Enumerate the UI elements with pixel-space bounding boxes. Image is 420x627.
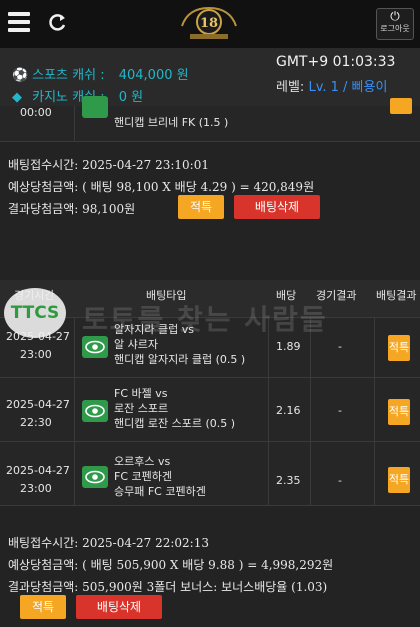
hit-button[interactable]: 적특	[178, 195, 224, 219]
table-row: 00:00 핸디캡 브리네 FK (1.5 )	[0, 96, 420, 142]
expected-payout: 예상당첨금액: ( 배팅 98,100 X 배당 4.29 ) = 420,84…	[8, 180, 315, 194]
logout-label: 로그아웃	[380, 24, 410, 33]
match-date: 2025-04-27	[6, 398, 70, 411]
casino-cash-value: 0 원	[118, 90, 144, 105]
market-line: 승무패 FC 코펜하겐	[114, 485, 206, 498]
user-level: 레벨: Lv. 1 / 삐용이	[276, 76, 387, 95]
bet-result-badge: 적특	[388, 399, 410, 425]
match-time: 23:00	[20, 348, 52, 361]
eye-icon[interactable]	[82, 336, 108, 358]
bet-details: FC 바젤 vs 로잔 스포르 핸디캡 로잔 스포르 (0.5 )	[114, 386, 235, 431]
bet-details: 오르후스 vs FC 코펜하겐 승무패 FC 코펜하겐	[114, 454, 206, 499]
result-payout: 결과당첨금액: 505,900원 3폴더 보너스: 보너스배당율 (1.03)	[8, 580, 328, 594]
odds-value: 1.89	[276, 340, 301, 353]
match-date: 2025-04-27	[6, 464, 70, 477]
eye-icon[interactable]	[82, 96, 108, 118]
expected-payout: 예상당첨금액: ( 배팅 505,900 X 배당 9.88 ) = 4,998…	[8, 558, 334, 572]
team-line-1: FC 바젤 vs	[114, 387, 168, 400]
casino-cash-row: ◆ 카지노 캐쉬 : 0 원	[12, 86, 143, 105]
table-row: 2025-04-27 23:00 오르후스 vs FC 코펜하겐 승무패 FC …	[0, 442, 420, 506]
odds-value: 2.16	[276, 404, 301, 417]
game-result: -	[338, 340, 342, 353]
logo-text: 18	[200, 16, 218, 31]
match-time: 23:00	[20, 482, 52, 495]
eye-icon[interactable]	[82, 466, 108, 488]
delete-bet-button[interactable]: 배팅삭제	[234, 195, 320, 219]
receipt-time: 배팅접수시간: 2025-04-27 23:10:01	[8, 158, 209, 172]
hit-button[interactable]: 적특	[20, 595, 66, 619]
bet-summary-2: 배팅접수시간: 2025-04-27 22:02:13 예상당첨금액: ( 배팅…	[0, 506, 420, 627]
site-logo[interactable]: 18	[178, 4, 240, 42]
refresh-icon[interactable]	[46, 12, 68, 34]
watermark: 토토를 찾는 사람들	[82, 303, 328, 336]
game-result: -	[338, 474, 342, 487]
ttcs-badge: TTCS	[4, 288, 66, 338]
server-clock: GMT+9 01:03:33	[276, 54, 396, 70]
bet-result-badge: 적특	[388, 467, 410, 493]
sports-cash-label: 스포츠 캐쉬 :	[32, 68, 105, 83]
result-payout: 결과당첨금액: 98,100원	[8, 202, 136, 216]
bet-result-badge	[390, 98, 412, 114]
header-bet-result: 배팅결과	[376, 289, 417, 302]
delete-bet-button[interactable]: 배팅삭제	[76, 595, 162, 619]
diamond-icon: ◆	[12, 90, 22, 105]
match-time: 00:00	[20, 106, 52, 119]
bet-market: 핸디캡 브리네 FK (1.5 )	[114, 116, 229, 129]
odds-value: 2.35	[276, 474, 301, 487]
bet-result-badge: 적특	[388, 335, 410, 361]
table-row: 2025-04-27 22:30 FC 바젤 vs 로잔 스포르 핸디캡 로잔 …	[0, 378, 420, 442]
hamburger-menu-icon[interactable]	[8, 12, 30, 32]
sports-cash-row: ⚽ 스포츠 캐쉬 : 404,000 원	[12, 64, 189, 83]
eye-icon[interactable]	[82, 400, 108, 422]
top-bar: 18 ⏻ 로그아웃	[0, 0, 420, 48]
soccer-ball-icon: ⚽	[12, 68, 29, 83]
bet-summary-1: 배팅접수시간: 2025-04-27 23:10:01 예상당첨금액: ( 배팅…	[0, 142, 420, 280]
team-line-2: FC 코펜하겐	[114, 470, 172, 483]
level-label: 레벨:	[276, 80, 305, 95]
team-line-2: 알 샤르자	[114, 338, 158, 351]
receipt-time: 배팅접수시간: 2025-04-27 22:02:13	[8, 536, 209, 550]
market-line: 핸디캡 로잔 스포르 (0.5 )	[114, 417, 236, 430]
sports-cash-value: 404,000 원	[118, 68, 189, 83]
team-line-2: 로잔 스포르	[114, 402, 169, 415]
level-value[interactable]: Lv. 1 / 삐용이	[308, 80, 387, 95]
power-icon: ⏻	[390, 9, 400, 23]
market-line: 핸디캡 알자지라 클럽 (0.5 )	[114, 353, 246, 366]
game-result: -	[338, 404, 342, 417]
match-time: 22:30	[20, 416, 52, 429]
team-line-1: 오르후스 vs	[114, 455, 171, 468]
logout-button[interactable]: ⏻ 로그아웃	[376, 8, 414, 40]
account-info-bar: ⚽ 스포츠 캐쉬 : 404,000 원 ◆ 카지노 캐쉬 : 0 원 GMT+…	[0, 48, 420, 106]
